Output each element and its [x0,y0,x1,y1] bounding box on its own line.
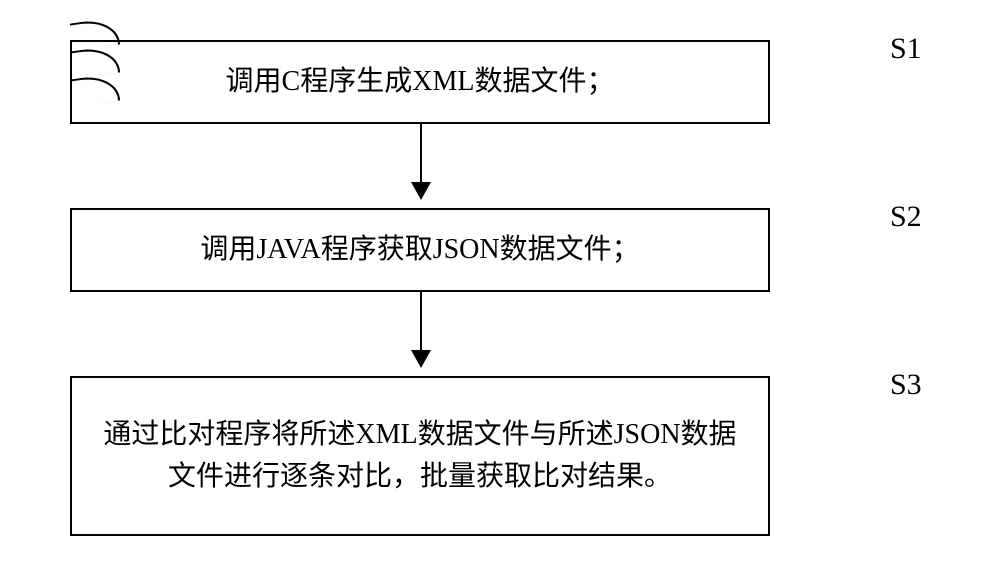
arrow-head-icon [411,350,431,368]
step-box-s3: 通过比对程序将所述XML数据文件与所述JSON数据文件进行逐条对比，批量获取比对… [70,376,770,536]
flowchart-diagram: 调用C程序生成XML数据文件； S1 调用JAVA程序获取JSON数据文件； S… [70,20,930,104]
step-label-s3: S3 [890,368,922,402]
step-label-s2: S2 [890,200,922,234]
arrow-head-icon [411,182,431,200]
step-label-s1: S1 [890,32,922,66]
step-text-s1: 调用C程序生成XML数据文件； [226,61,615,103]
step-text-s2: 调用JAVA程序获取JSON数据文件； [200,229,639,271]
arrow-s1-s2 [70,124,770,204]
arrow-line [420,124,422,188]
step-box-s1: 调用C程序生成XML数据文件； [70,40,770,124]
arrow-line [420,292,422,356]
arrow-s2-s3 [70,292,770,372]
step-box-s2: 调用JAVA程序获取JSON数据文件； [70,208,770,292]
step-text-s3: 通过比对程序将所述XML数据文件与所述JSON数据文件进行逐条对比，批量获取比对… [92,414,748,498]
